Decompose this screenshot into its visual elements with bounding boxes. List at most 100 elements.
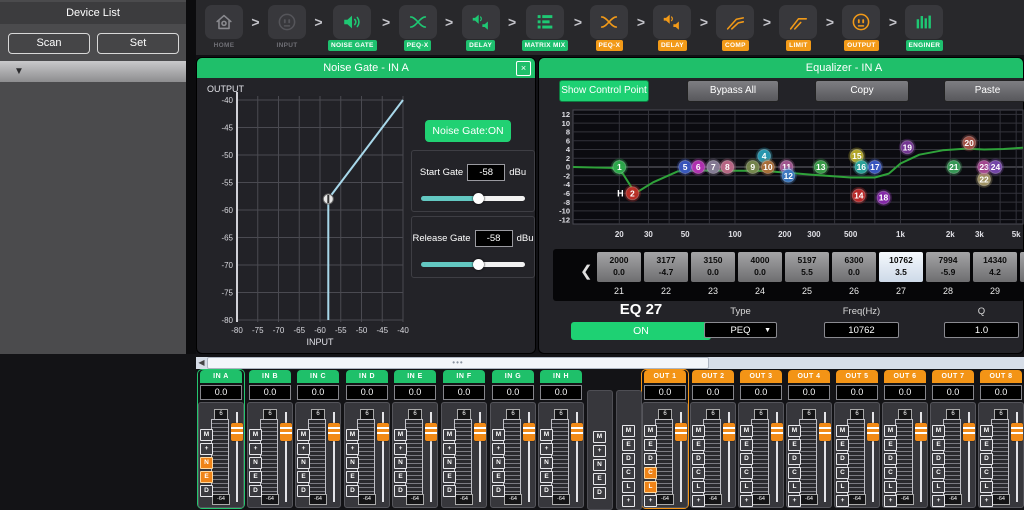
band-cell-21[interactable]: 20000.0 [597, 252, 641, 282]
noise-gate-graph[interactable]: OUTPUT-40-45-50-55-60-65-70-75-80-80-75-… [203, 82, 425, 352]
fader-handle[interactable] [523, 423, 535, 441]
channel-button-m[interactable]: M [346, 429, 359, 441]
scrollbar-thumb[interactable]: ••• [207, 357, 709, 369]
channel-button-e[interactable]: E [394, 471, 407, 483]
fader-handle[interactable] [819, 423, 831, 441]
channel-strip-out-3[interactable]: OUT 30.06-64MEDCL+ [738, 370, 784, 508]
channel-button-l[interactable]: L [932, 481, 945, 493]
channel-button-plus[interactable]: + [249, 443, 262, 455]
channel-button-l[interactable]: L [740, 481, 753, 493]
start-gate-slider-handle[interactable] [473, 193, 484, 204]
release-gate-slider[interactable] [421, 259, 525, 270]
toolbar-item-4-delay[interactable]: DELAY [459, 5, 503, 51]
channel-button-e[interactable]: E [297, 471, 310, 483]
channel-button-m[interactable]: M [492, 429, 505, 441]
channel-button-n[interactable]: N [346, 457, 359, 469]
channel-button-c[interactable]: C [788, 467, 801, 479]
channel-button-plus[interactable]: + [644, 495, 657, 507]
utility-button-n[interactable]: N [593, 459, 606, 471]
toolbar-item-8-comp[interactable]: COMP [713, 5, 757, 51]
scan-button[interactable]: Scan [8, 33, 90, 54]
q-field[interactable]: 1.0 [944, 322, 1019, 338]
channel-button-n[interactable]: N [492, 457, 505, 469]
channel-strip-out-5[interactable]: OUT 50.06-64MEDCL+ [834, 370, 880, 508]
channel-button-plus[interactable]: + [788, 495, 801, 507]
channel-button-plus[interactable]: + [932, 495, 945, 507]
channel-button-plus[interactable]: + [884, 495, 897, 507]
channel-button-plus[interactable]: + [692, 495, 705, 507]
show-control-point-button[interactable]: Show Control Point [559, 80, 649, 102]
channel-gain-display[interactable]: 0.0 [836, 385, 878, 400]
channel-button-c[interactable]: C [740, 467, 753, 479]
channel-button-d[interactable]: D [443, 485, 456, 497]
toolbar-item-2-noise-gate[interactable]: NOISE GATE [328, 5, 377, 51]
channel-strip-in-d[interactable]: IN D0.06-64M+NED [344, 370, 390, 508]
fader-handle[interactable] [377, 423, 389, 441]
band-cell-24[interactable]: 40000.0 [738, 252, 782, 282]
channel-gain-display[interactable]: 0.0 [394, 385, 436, 400]
channel-button-d[interactable]: D [692, 453, 705, 465]
channel-button-plus[interactable]: + [394, 443, 407, 455]
channel-button-e[interactable]: E [540, 471, 553, 483]
channel-button-m[interactable]: M [540, 429, 553, 441]
channel-button-n[interactable]: N [200, 457, 213, 469]
fader-handle[interactable] [280, 423, 292, 441]
channel-button-m[interactable]: M [644, 425, 657, 437]
channel-strip-out-2[interactable]: OUT 20.06-64MEDCL+ [690, 370, 736, 508]
toolbar-item-1-input[interactable]: INPUT [265, 5, 309, 49]
fader-handle[interactable] [231, 423, 243, 441]
fader-handle[interactable] [915, 423, 927, 441]
device-tree-expander[interactable]: ▼ [0, 61, 186, 82]
channel-button-d[interactable]: D [346, 485, 359, 497]
close-icon[interactable]: × [516, 61, 531, 76]
utility-button-m[interactable]: M [622, 425, 635, 437]
start-gate-value[interactable]: -58 [467, 164, 505, 181]
channel-button-e[interactable]: E [443, 471, 456, 483]
toolbar-item-7-delay[interactable]: DELAY [650, 5, 694, 51]
channel-strip-in-f[interactable]: IN F0.06-64M+NED [441, 370, 487, 508]
utility-button-l[interactable]: L [622, 481, 635, 493]
channel-button-n[interactable]: N [297, 457, 310, 469]
channel-gain-display[interactable]: 0.0 [980, 385, 1022, 400]
channel-button-c[interactable]: C [980, 467, 993, 479]
fader-handle[interactable] [675, 423, 687, 441]
release-gate-value[interactable]: -58 [475, 230, 513, 247]
channel-button-n[interactable]: N [394, 457, 407, 469]
band-cell-29[interactable]: 143404.2 [973, 252, 1017, 282]
channel-button-m[interactable]: M [740, 425, 753, 437]
channel-button-l[interactable]: L [644, 481, 657, 493]
fader-handle[interactable] [425, 423, 437, 441]
equalizer-graph[interactable]: 121086420-2-4-6-8-10-1220305010020030050… [553, 104, 1024, 247]
channel-button-m[interactable]: M [200, 429, 213, 441]
channel-button-plus[interactable]: + [443, 443, 456, 455]
channel-gain-display[interactable]: 0.0 [200, 385, 242, 400]
channel-button-e[interactable]: E [932, 439, 945, 451]
start-gate-slider[interactable] [421, 193, 525, 204]
channel-button-l[interactable]: L [836, 481, 849, 493]
channel-button-plus[interactable]: + [740, 495, 753, 507]
channel-button-d[interactable]: D [394, 485, 407, 497]
channel-button-e[interactable]: E [740, 439, 753, 451]
channel-gain-display[interactable]: 0.0 [492, 385, 534, 400]
toolbar-item-9-limit[interactable]: LIMIT [776, 5, 820, 51]
channel-button-l[interactable]: L [788, 481, 801, 493]
channel-button-plus[interactable]: + [297, 443, 310, 455]
channel-button-l[interactable]: L [692, 481, 705, 493]
channel-button-plus[interactable]: + [492, 443, 505, 455]
channel-gain-display[interactable]: 0.0 [788, 385, 830, 400]
mixer-scrollbar[interactable]: ◀ ••• [196, 357, 1024, 369]
band-cell-26[interactable]: 63000.0 [832, 252, 876, 282]
channel-button-d[interactable]: D [644, 453, 657, 465]
channel-button-l[interactable]: L [980, 481, 993, 493]
fader-handle[interactable] [328, 423, 340, 441]
scroll-left-arrow-icon[interactable]: ◀ [196, 357, 207, 369]
band-cell-23[interactable]: 31500.0 [691, 252, 735, 282]
channel-button-e[interactable]: E [200, 471, 213, 483]
channel-button-n[interactable]: N [443, 457, 456, 469]
channel-gain-display[interactable]: 0.0 [932, 385, 974, 400]
utility-button-plus[interactable]: + [622, 495, 635, 507]
channel-strip-out-4[interactable]: OUT 40.06-64MEDCL+ [786, 370, 832, 508]
channel-button-e[interactable]: E [644, 439, 657, 451]
channel-button-e[interactable]: E [788, 439, 801, 451]
channel-button-m[interactable]: M [884, 425, 897, 437]
